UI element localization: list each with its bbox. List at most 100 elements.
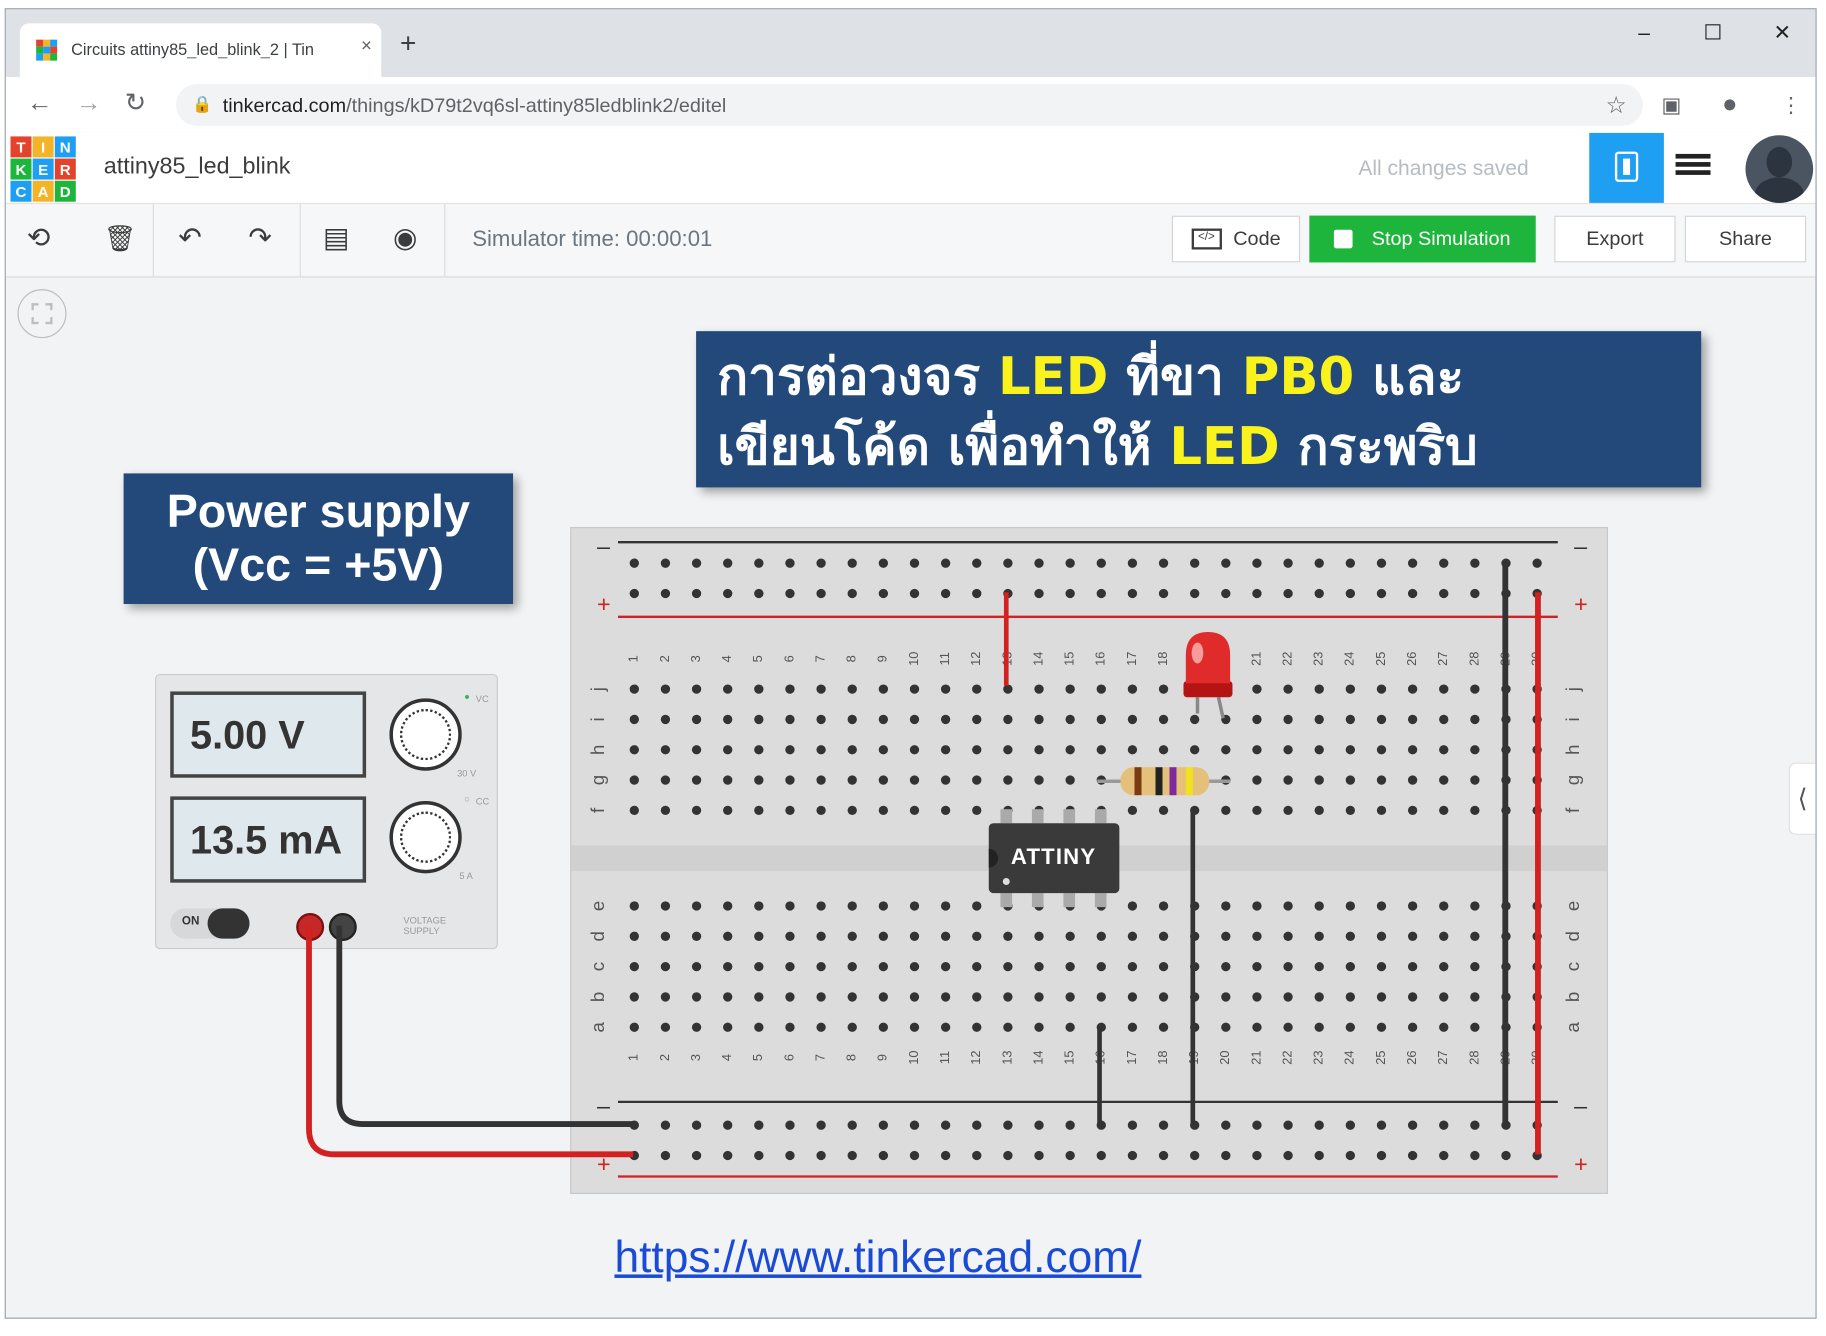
terminal-hole	[691, 684, 702, 694]
terminal-hole	[1003, 684, 1013, 694]
rail-hole	[878, 1150, 889, 1161]
terminal-hole	[691, 805, 702, 816]
rail-hole	[1252, 1120, 1262, 1130]
terminal-hole	[723, 931, 733, 941]
rail-hole	[1376, 588, 1387, 599]
terminal-hole	[816, 931, 826, 941]
terminal-hole	[660, 745, 671, 755]
export-button[interactable]: Export	[1554, 215, 1676, 263]
rail-hole	[660, 1150, 671, 1161]
profile-icon[interactable]: ●	[1722, 89, 1738, 119]
rail-hole	[1221, 1150, 1231, 1161]
row-letter: f	[587, 807, 608, 813]
trash-icon[interactable]: 🗑	[104, 223, 137, 256]
rail-hole	[1065, 558, 1075, 568]
menu-kebab-icon[interactable]: ⋮	[1780, 93, 1801, 117]
logo-letter: C	[10, 180, 32, 202]
rotate-icon[interactable]: ⟲	[27, 223, 50, 256]
column-number: 21	[1248, 652, 1263, 666]
reload-icon[interactable]: ↻	[125, 88, 146, 117]
negative-terminal[interactable]	[328, 912, 357, 941]
rail-hole	[1190, 1120, 1200, 1130]
editor-toolbar: ⟲ 🗑 ↶ ↷ ▤ ◉ Simulator time: 00:00:01 </>…	[5, 204, 1816, 278]
voltage-knob[interactable]	[389, 698, 462, 771]
rail-hole	[1470, 588, 1480, 599]
column-number: 29	[1497, 652, 1512, 666]
tinkercad-logo[interactable]: TINKERCAD	[10, 136, 76, 202]
stop-simulation-button[interactable]: Stop Simulation	[1309, 215, 1536, 263]
power-supply[interactable]: 5.00 V 13.5 mA ● VC ○ CC 30 V 5 A ON VOL…	[155, 673, 498, 950]
terminal-hole	[1283, 992, 1293, 1002]
terminal-hole	[1003, 931, 1013, 941]
rail-hole	[1252, 588, 1262, 599]
terminal-hole	[972, 992, 982, 1002]
current-knob[interactable]	[389, 801, 462, 874]
rail-hole	[1003, 1120, 1013, 1130]
component-list-button[interactable]	[1675, 153, 1711, 182]
terminal-hole	[847, 992, 857, 1002]
undo-icon[interactable]: ↶	[178, 223, 201, 256]
new-tab-button[interactable]: +	[400, 30, 416, 58]
address-bar[interactable]: 🔒 tinkercad.com/things/kD79t2vq6sl-attin…	[176, 83, 1643, 126]
minimize-icon[interactable]: –	[1638, 21, 1650, 45]
rail-hole	[1065, 1120, 1075, 1130]
terminal-hole	[785, 992, 795, 1002]
close-window-icon[interactable]: ✕	[1773, 21, 1791, 45]
logo-letter: A	[32, 180, 54, 202]
bookmark-star-icon[interactable]: ☆	[1606, 91, 1627, 120]
rail-hole	[1190, 558, 1200, 568]
terminal-hole	[1532, 901, 1542, 911]
power-switch[interactable]: ON	[170, 908, 250, 939]
terminal-hole	[1127, 805, 1138, 816]
forward-icon[interactable]: →	[76, 88, 102, 117]
terminal-hole	[1470, 684, 1480, 694]
terminal-hole	[816, 775, 826, 785]
fit-view-button[interactable]	[17, 289, 67, 339]
logo-letter: N	[54, 136, 76, 158]
avatar[interactable]	[1745, 135, 1814, 203]
terminal-hole	[754, 901, 764, 911]
browser-tab[interactable]: Circuits attiny85_led_blink_2 | Tin ×	[19, 23, 382, 77]
terminal-hole	[1501, 684, 1511, 694]
project-name[interactable]: attiny85_led_blink	[104, 154, 291, 181]
rail-hole	[847, 588, 857, 599]
rail-label: –	[597, 1093, 610, 1119]
circuit-view-button[interactable]	[1589, 132, 1664, 203]
circuit-icon	[1614, 151, 1639, 182]
extension-icon[interactable]: ▣	[1662, 93, 1682, 117]
positive-terminal[interactable]	[296, 912, 325, 941]
tinkercad-link[interactable]: https://www.tinkercad.com/	[614, 1234, 1141, 1284]
back-icon[interactable]: ←	[27, 88, 53, 117]
panel-toggle-handle[interactable]: ⟨	[1788, 762, 1816, 835]
code-button[interactable]: </> Code	[1171, 215, 1301, 263]
terminal-hole	[878, 901, 889, 911]
rail-hole	[1034, 558, 1044, 568]
column-number: 12	[968, 1050, 983, 1064]
rail-hole	[1096, 558, 1106, 568]
column-number: 26	[1404, 652, 1419, 666]
rail-hole	[723, 1150, 733, 1161]
rail-hole	[1065, 588, 1075, 599]
stop-icon	[1334, 229, 1354, 249]
terminal-hole	[629, 714, 639, 725]
terminal-hole	[1190, 714, 1200, 725]
terminal-hole	[940, 901, 951, 911]
row-letter: h	[587, 745, 608, 755]
rail-hole	[1127, 588, 1138, 599]
notes-icon[interactable]: ▤	[323, 223, 349, 256]
rail-hole	[816, 558, 826, 568]
terminal-hole	[785, 1022, 795, 1032]
eye-icon[interactable]: ◉	[393, 223, 417, 256]
rail-label: +	[597, 1151, 611, 1177]
logo-letter: T	[10, 136, 32, 158]
share-button[interactable]: Share	[1684, 215, 1807, 263]
terminal-hole	[1221, 931, 1231, 941]
tab-close-icon[interactable]: ×	[361, 36, 372, 57]
terminal-hole	[1190, 901, 1200, 911]
maximize-icon[interactable]: ☐	[1704, 21, 1723, 45]
column-number: 21	[1248, 1050, 1263, 1064]
terminal-hole	[629, 992, 639, 1002]
terminal-hole	[1096, 684, 1106, 694]
redo-icon[interactable]: ↷	[248, 223, 271, 256]
terminal-hole	[847, 901, 857, 911]
